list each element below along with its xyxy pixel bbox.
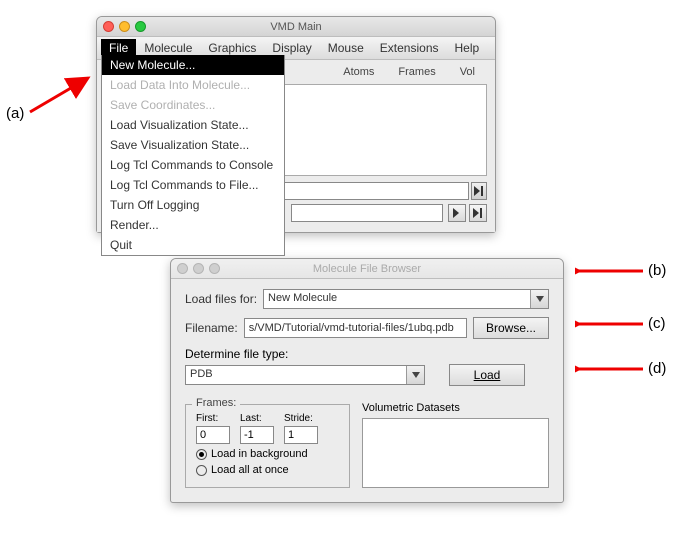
chevron-down-icon[interactable] <box>406 366 424 384</box>
zoom-icon[interactable] <box>209 263 220 274</box>
close-icon[interactable] <box>103 21 114 32</box>
minimize-icon[interactable] <box>119 21 130 32</box>
last-input[interactable] <box>240 426 274 444</box>
filetype-section: Determine file type: PDB Load <box>185 347 549 386</box>
mfb-titlebar[interactable]: Molecule File Browser <box>171 259 563 279</box>
radio-checked-icon[interactable] <box>196 449 207 460</box>
annotation-c: (c) <box>648 315 666 332</box>
menu-item-load-vis[interactable]: Load Visualization State... <box>102 115 284 135</box>
window-title: VMD Main <box>270 21 321 33</box>
filetype-label: Determine file type: <box>185 347 549 361</box>
volumetric-label: Volumetric Datasets <box>362 402 460 414</box>
menu-item-render[interactable]: Render... <box>102 215 284 235</box>
file-menu-dropdown: New Molecule... Load Data Into Molecule.… <box>101 55 285 256</box>
chevron-down-icon[interactable] <box>530 290 548 308</box>
volumetric-list[interactable] <box>362 418 549 488</box>
close-icon[interactable] <box>177 263 188 274</box>
next-step-icon[interactable] <box>448 204 466 222</box>
annotation-b: (b) <box>648 262 666 279</box>
vmd-main-window: VMD Main File Molecule Graphics Display … <box>96 16 496 233</box>
load-for-row: Load files for: New Molecule <box>185 289 549 309</box>
stride-label: Stride: <box>284 413 318 424</box>
traffic-lights <box>103 21 146 32</box>
minimize-icon[interactable] <box>193 263 204 274</box>
menu-item-load-data: Load Data Into Molecule... <box>102 75 284 95</box>
col-atoms: Atoms <box>343 66 374 78</box>
annotation-a: (a) <box>6 105 24 122</box>
first-input[interactable] <box>196 426 230 444</box>
frames-legend: Frames: <box>192 397 240 409</box>
radio-load-all[interactable]: Load all at once <box>196 464 339 476</box>
menu-help[interactable]: Help <box>447 39 488 57</box>
menu-item-turn-off-log[interactable]: Turn Off Logging <box>102 195 284 215</box>
load-for-combo[interactable]: New Molecule <box>263 289 549 309</box>
speed-slider[interactable] <box>291 204 443 222</box>
arrow-a-icon <box>28 72 96 116</box>
window-title: Molecule File Browser <box>313 263 421 275</box>
stride-input[interactable] <box>284 426 318 444</box>
arrow-b-icon <box>575 264 645 278</box>
mfb-body: Load files for: New Molecule Filename: B… <box>171 279 563 502</box>
radio-load-bg[interactable]: Load in background <box>196 448 339 460</box>
arrow-d-icon <box>575 362 645 376</box>
col-frames: Frames <box>398 66 435 78</box>
load-button[interactable]: Load <box>449 364 525 386</box>
filetype-combo[interactable]: PDB <box>185 365 425 385</box>
traffic-lights <box>177 263 220 274</box>
browse-button[interactable]: Browse... <box>473 317 549 339</box>
annotation-d: (d) <box>648 360 666 377</box>
menu-item-new-molecule[interactable]: New Molecule... <box>102 55 284 75</box>
menu-item-quit[interactable]: Quit <box>102 235 284 255</box>
menu-extensions[interactable]: Extensions <box>372 39 447 57</box>
menu-item-log-file[interactable]: Log Tcl Commands to File... <box>102 175 284 195</box>
filename-label: Filename: <box>185 321 238 335</box>
frames-inputs: First: Last: Stride: <box>196 413 339 444</box>
jump-end-icon[interactable] <box>471 182 487 200</box>
filename-row: Filename: Browse... <box>185 317 549 339</box>
menu-item-log-console[interactable]: Log Tcl Commands to Console <box>102 155 284 175</box>
load-for-label: Load files for: <box>185 292 257 306</box>
menu-item-save-vis[interactable]: Save Visualization State... <box>102 135 284 155</box>
next-fwd-icon[interactable] <box>469 204 487 222</box>
radio-unchecked-icon[interactable] <box>196 465 207 476</box>
zoom-icon[interactable] <box>135 21 146 32</box>
filename-input[interactable] <box>244 318 467 338</box>
filetype-value: PDB <box>190 368 213 380</box>
frames-group: Frames: First: Last: Stride: Load in bac… <box>185 404 350 488</box>
col-vol: Vol <box>460 66 475 78</box>
arrow-c-icon <box>575 317 645 331</box>
menu-mouse[interactable]: Mouse <box>320 39 372 57</box>
molecule-file-browser-window: Molecule File Browser Load files for: Ne… <box>170 258 564 503</box>
volumetric-section: Volumetric Datasets <box>362 400 549 488</box>
load-for-value: New Molecule <box>268 292 337 304</box>
menu-item-save-coords: Save Coordinates... <box>102 95 284 115</box>
last-label: Last: <box>240 413 274 424</box>
first-label: First: <box>196 413 230 424</box>
main-titlebar[interactable]: VMD Main <box>97 17 495 37</box>
